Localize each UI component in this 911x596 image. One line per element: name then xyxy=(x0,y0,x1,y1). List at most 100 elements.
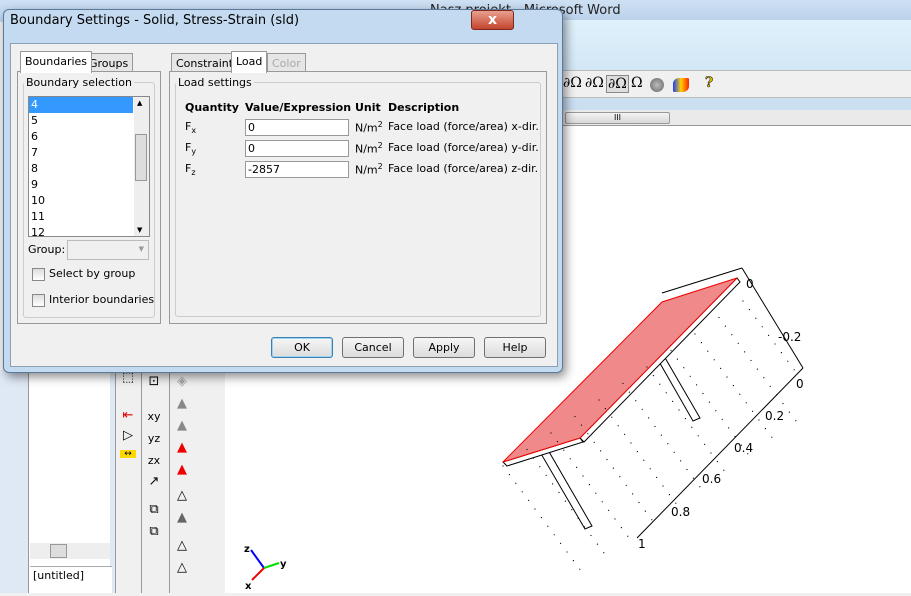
grid-point xyxy=(580,424,583,426)
model-tree[interactable] xyxy=(28,370,110,593)
boundary-list-item[interactable]: 4 xyxy=(29,97,133,113)
subdomain-mode-icon[interactable]: Ω xyxy=(631,75,643,91)
grid-point xyxy=(740,444,743,446)
close-button[interactable]: x xyxy=(471,10,514,30)
view-xy-icon[interactable]: xy xyxy=(142,410,166,423)
grid-point xyxy=(515,482,517,484)
grid-point xyxy=(643,459,645,461)
grid-point xyxy=(644,510,647,512)
shaded-icon[interactable]: ▲ xyxy=(170,510,194,525)
view-3d-icon[interactable]: ⊡ xyxy=(142,374,166,389)
grid-point xyxy=(748,309,751,311)
grid-point xyxy=(739,393,741,395)
boundary-list-item[interactable]: 8 xyxy=(29,161,149,177)
value-input[interactable]: -2857 xyxy=(245,161,349,178)
transparency-icon[interactable]: ▲ xyxy=(170,418,194,433)
boundary-list-item[interactable]: 5 xyxy=(29,113,149,129)
default-view-icon[interactable]: ↗ xyxy=(142,474,166,489)
wireframe-icon[interactable]: △ xyxy=(170,488,194,503)
view-yz-icon[interactable]: yz xyxy=(142,432,166,445)
boundary-list-item[interactable]: 7 xyxy=(29,145,149,161)
main-toolbar: ∂Ω ∂Ω ∂Ω Ω ? xyxy=(540,70,911,98)
value-input[interactable]: 0 xyxy=(245,140,349,157)
measure-icon[interactable]: ↔ xyxy=(120,450,136,459)
grid-point xyxy=(526,448,528,451)
axis-tick-label: -0.2 xyxy=(778,330,801,344)
grid-point xyxy=(763,377,765,379)
group-select[interactable]: ▼ xyxy=(67,240,149,260)
help-icon[interactable]: ? xyxy=(705,75,714,92)
select-all-icon[interactable]: ▲ xyxy=(170,440,194,455)
tab-constraint[interactable]: Constraint xyxy=(171,53,239,73)
boundary-mode-3-icon[interactable]: ∂Ω xyxy=(563,75,582,91)
deselect-icon[interactable]: ▲ xyxy=(170,462,194,477)
grid-point xyxy=(742,300,744,302)
import-geometry-icon[interactable]: ▷ xyxy=(116,428,140,443)
list-scrollbar[interactable]: ▲ ▼ xyxy=(134,97,149,236)
value-input[interactable]: 0 xyxy=(245,119,349,136)
ok-button[interactable]: OK xyxy=(271,337,333,358)
scrollbar-thumb[interactable]: III xyxy=(565,112,670,124)
interior-boundaries-checkbox[interactable] xyxy=(32,294,45,307)
remove-vertex-icon[interactable]: △ xyxy=(170,560,194,575)
tab-boundaries[interactable]: Boundaries xyxy=(20,51,93,73)
grid-point xyxy=(648,417,650,419)
grid-point xyxy=(675,502,677,504)
grid-point xyxy=(550,432,552,434)
grid-point xyxy=(686,468,688,471)
grid-point xyxy=(612,467,615,469)
grid-point xyxy=(646,366,648,368)
boundary-list-item[interactable]: 9 xyxy=(29,177,149,193)
grid-point xyxy=(713,359,715,361)
grid-point xyxy=(574,415,576,418)
boundary-mode-2-icon[interactable]: ∂Ω xyxy=(585,75,604,91)
tab-load[interactable]: Load xyxy=(231,51,268,73)
help-button[interactable]: Help xyxy=(484,337,546,358)
grid-point xyxy=(547,525,549,527)
grid-point xyxy=(588,484,591,486)
quantity-label: Fy xyxy=(185,141,197,157)
grid-point xyxy=(598,399,600,401)
grid-point xyxy=(587,433,589,435)
grid-point xyxy=(624,433,626,435)
import-icon[interactable]: ⇤ xyxy=(116,408,140,423)
grid-point xyxy=(601,501,603,503)
view-zx-icon[interactable]: zx xyxy=(142,454,166,467)
boundary-list-item[interactable]: 12 xyxy=(29,225,149,236)
grid-point xyxy=(667,443,669,445)
postprocess-mode-icon[interactable] xyxy=(673,78,689,92)
grid-point xyxy=(614,518,616,520)
grid-point xyxy=(566,551,568,553)
scene-light-icon[interactable]: ▲ xyxy=(170,396,194,411)
add-vertex-icon[interactable]: △ xyxy=(170,538,194,553)
grid-point xyxy=(564,500,567,502)
boundary-list-item[interactable]: 11 xyxy=(29,209,149,225)
grid-point xyxy=(569,458,571,460)
zoom-out-icon[interactable]: ⧉ xyxy=(142,524,166,539)
boundary-list[interactable]: 4 5 6 7 8 9 10 11 12 ▲ ▼ xyxy=(28,96,150,237)
zoom-in-icon[interactable]: ⧉ xyxy=(142,502,166,517)
grid-point xyxy=(670,349,672,352)
grid-point xyxy=(691,426,693,428)
tree-scrollbar[interactable] xyxy=(30,543,110,559)
unit-label: N/m2 xyxy=(355,162,383,177)
apply-button[interactable]: Apply xyxy=(413,337,475,358)
select-by-group-checkbox[interactable] xyxy=(32,268,45,281)
boundary-mode-icon[interactable]: ∂Ω xyxy=(606,75,629,93)
boundary-list-item[interactable]: 6 xyxy=(29,129,149,145)
grid-point xyxy=(673,451,675,453)
grid-point xyxy=(636,451,639,453)
mesh-mode-icon[interactable] xyxy=(650,78,664,92)
grid-point xyxy=(622,382,624,385)
grid-point xyxy=(584,526,586,528)
grid-point xyxy=(724,325,727,327)
boundary-list-item[interactable]: 10 xyxy=(29,193,149,209)
render-icon[interactable]: ◈ xyxy=(170,374,194,389)
cancel-button[interactable]: Cancel xyxy=(342,337,404,358)
grid-point xyxy=(649,468,651,470)
grid-point xyxy=(702,392,704,395)
grid-point xyxy=(755,317,757,319)
grid-point xyxy=(756,368,759,370)
grid-point xyxy=(571,509,573,511)
grid-point xyxy=(659,383,661,385)
